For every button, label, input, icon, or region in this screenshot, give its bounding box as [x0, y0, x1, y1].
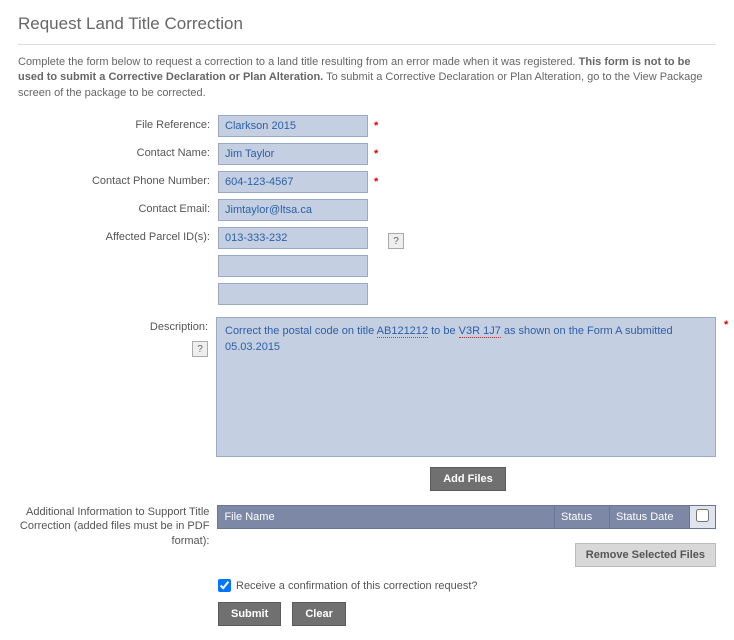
desc-underline: V3R 1J7: [459, 325, 501, 338]
required-asterisk: *: [724, 319, 728, 331]
required-asterisk: *: [374, 176, 378, 188]
label-description: Description: ?: [18, 317, 216, 333]
required-asterisk: *: [374, 120, 378, 132]
col-status[interactable]: Status: [555, 506, 610, 529]
divider: [18, 44, 716, 45]
remove-selected-files-button[interactable]: Remove Selected Files: [575, 543, 716, 567]
label-file-reference: File Reference:: [18, 115, 218, 131]
help-icon[interactable]: ?: [192, 341, 208, 357]
file-reference-input[interactable]: [218, 115, 368, 137]
submit-button[interactable]: Submit: [218, 602, 281, 626]
help-icon[interactable]: ?: [388, 233, 404, 249]
clear-button[interactable]: Clear: [292, 602, 346, 626]
select-all-checkbox[interactable]: [696, 509, 709, 522]
required-asterisk: *: [374, 148, 378, 160]
parcel-id-input-1[interactable]: [218, 227, 368, 249]
confirmation-label: Receive a confirmation of this correctio…: [236, 580, 478, 592]
intro-text: Complete the form below to request a cor…: [18, 55, 716, 101]
desc-text: Correct the postal code on title: [225, 325, 377, 337]
col-filename[interactable]: File Name: [218, 506, 555, 529]
desc-text: to be: [428, 325, 459, 337]
label-contact-email: Contact Email:: [18, 199, 218, 215]
parcel-id-input-2[interactable]: [218, 255, 368, 277]
label-description-text: Description:: [150, 321, 208, 333]
intro-part1: Complete the form below to request a cor…: [18, 56, 579, 68]
description-textarea[interactable]: Correct the postal code on title AB12121…: [216, 317, 716, 457]
label-contact-phone: Contact Phone Number:: [18, 171, 218, 187]
contact-email-input[interactable]: [218, 199, 368, 221]
contact-name-input[interactable]: [218, 143, 368, 165]
col-status-date[interactable]: Status Date: [610, 506, 690, 529]
label-additional-info: Additional Information to Support Title …: [18, 505, 217, 548]
label-contact-name: Contact Name:: [18, 143, 218, 159]
parcel-id-input-3[interactable]: [218, 283, 368, 305]
files-table: File Name Status Status Date: [217, 505, 716, 529]
confirmation-checkbox[interactable]: [218, 579, 231, 592]
contact-phone-input[interactable]: [218, 171, 368, 193]
label-parcel-ids: Affected Parcel ID(s):: [18, 227, 218, 243]
desc-underline: AB121212: [377, 325, 428, 338]
col-select-all[interactable]: [690, 506, 716, 529]
page-title: Request Land Title Correction: [18, 14, 716, 34]
add-files-button[interactable]: Add Files: [430, 467, 506, 491]
